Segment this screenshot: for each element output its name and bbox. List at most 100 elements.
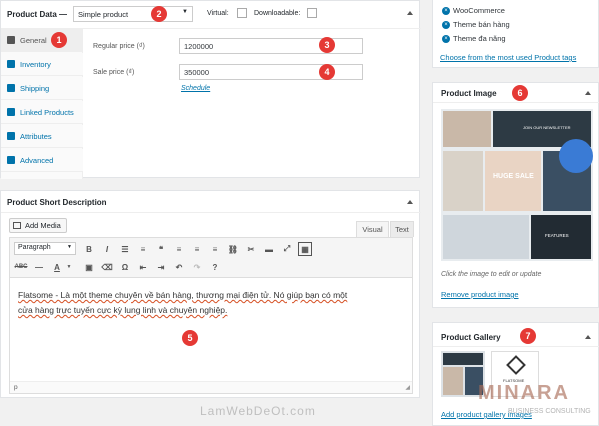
editor-path: p — [14, 384, 18, 391]
align-right-icon[interactable]: ≡ — [208, 242, 222, 256]
downloadable-checkbox[interactable] — [307, 8, 317, 18]
product-data-tabs: General Inventory Shipping Linked Produc… — [1, 29, 83, 179]
tab-visual[interactable]: Visual — [356, 221, 389, 237]
marker-7: 7 — [520, 328, 536, 344]
product-gallery-title: Product Gallery — [441, 333, 501, 342]
add-media-button[interactable]: Add Media — [9, 218, 67, 233]
collapse-toggle-icon[interactable] — [585, 91, 591, 95]
toolbar-toggle-icon[interactable]: ▦ — [298, 242, 312, 256]
align-left-icon[interactable]: ≡ — [172, 242, 186, 256]
remove-tag-icon[interactable]: × — [442, 34, 450, 43]
link-icon — [7, 108, 15, 116]
editor-statusbar: p ◢ — [10, 381, 412, 393]
remove-tag-icon[interactable]: × — [442, 20, 450, 29]
outdent-icon[interactable]: ⇤ — [136, 260, 150, 274]
tab-label: Attributes — [20, 131, 52, 141]
tab-label: Advanced — [20, 155, 54, 165]
clear-formatting-icon[interactable]: ⌫ — [100, 260, 114, 274]
most-used-tags-link[interactable]: Choose from the most used Product tags — [440, 53, 576, 62]
chevron-down-icon[interactable]: ▼ — [62, 260, 76, 274]
tag-item: × Theme đa năng — [442, 34, 506, 43]
panel-divider — [1, 212, 421, 213]
redo-icon[interactable]: ↷ — [190, 260, 204, 274]
marker-3: 3 — [319, 37, 335, 53]
regular-price-input[interactable]: 1200000 — [179, 38, 363, 54]
marker-4: 4 — [319, 64, 335, 80]
editor: Paragraph ▼ B I ☰ ≡ ❝ ≡ ≡ ≡ ⛓ ✂ ▬ ⤢ ▦ AB… — [9, 237, 413, 394]
tab-linked-products[interactable]: Linked Products — [1, 101, 83, 124]
link-icon[interactable]: ⛓ — [226, 242, 240, 256]
thumb-block: HUGE SALE — [485, 151, 541, 211]
watermark-site: LamWebDeOt.com — [200, 404, 316, 418]
align-center-icon[interactable]: ≡ — [190, 242, 204, 256]
indent-icon[interactable]: ⇥ — [154, 260, 168, 274]
downloadable-label: Downloadable: — [254, 10, 301, 17]
tag-item: × Theme bán hàng — [442, 20, 510, 29]
read-more-icon[interactable]: ▬ — [262, 242, 276, 256]
unlink-icon[interactable]: ✂ — [244, 242, 258, 256]
remove-tag-icon[interactable]: × — [442, 6, 450, 15]
help-icon[interactable]: ? — [208, 260, 222, 274]
tab-advanced[interactable]: Advanced — [1, 149, 83, 172]
fullscreen-icon[interactable]: ⤢ — [280, 242, 294, 256]
numbered-list-icon[interactable]: ≡ — [136, 242, 150, 256]
add-media-label: Add Media — [25, 221, 61, 230]
thumb-block — [443, 215, 529, 259]
tag-label: WooCommerce — [453, 6, 505, 15]
thumb-caption: HUGE SALE — [493, 173, 534, 180]
virtual-checkbox[interactable] — [237, 8, 247, 18]
schedule-link[interactable]: Schedule — [181, 85, 210, 92]
thumb-block — [443, 111, 491, 147]
short-description-title: Product Short Description — [7, 198, 107, 207]
tab-label: Inventory — [20, 59, 51, 69]
product-type-select[interactable]: Simple product ▼ — [73, 6, 193, 22]
collapse-toggle-icon[interactable] — [407, 200, 413, 204]
short-description-panel: Product Short Description Add Media Visu… — [0, 190, 421, 398]
product-image-panel: Product Image JOIN OUR NEWSLETTER HUGE S… — [432, 82, 599, 308]
tab-label: Linked Products — [20, 107, 74, 117]
product-image-thumbnail[interactable]: JOIN OUR NEWSLETTER HUGE SALE FEATURES — [441, 109, 593, 261]
format-select-value: Paragraph — [18, 244, 51, 251]
italic-icon[interactable]: I — [100, 242, 114, 256]
thumb-block — [443, 353, 483, 365]
special-character-icon[interactable]: Ω — [118, 260, 132, 274]
thumb-block — [443, 367, 463, 395]
gear-icon — [7, 156, 15, 164]
resize-handle-icon[interactable]: ◢ — [405, 384, 410, 391]
tag-label: Theme bán hàng — [453, 20, 510, 29]
editor-content[interactable]: Flatsome - Là một theme chuyên về bán hà… — [18, 288, 358, 318]
product-tags-panel: × WooCommerce × Theme bán hàng × Theme đa n… — [432, 0, 599, 68]
bold-icon[interactable]: B — [82, 242, 96, 256]
remove-product-image-link[interactable]: Remove product image — [441, 290, 519, 299]
undo-icon[interactable]: ↶ — [172, 260, 186, 274]
regular-price-label: Regular price (₫) — [93, 43, 145, 50]
horizontal-line-icon[interactable]: — — [32, 260, 46, 274]
collapse-toggle-icon[interactable] — [407, 11, 413, 15]
product-image-title: Product Image — [441, 89, 497, 98]
quote-icon[interactable]: ❝ — [154, 242, 168, 256]
paste-text-icon[interactable]: ▣ — [82, 260, 96, 274]
virtual-label: Virtual: — [207, 10, 229, 17]
chevron-down-icon: ▼ — [67, 244, 72, 250]
strikethrough-icon[interactable]: ABC — [14, 260, 28, 274]
thumb-caption: JOIN OUR NEWSLETTER — [523, 125, 571, 130]
tab-shipping[interactable]: Shipping — [1, 77, 83, 100]
thumb-caption: FEATURES — [545, 233, 569, 238]
tab-visual-label: Visual — [362, 225, 383, 234]
marker-5: 5 — [182, 330, 198, 346]
product-data-title: Product Data — — [7, 10, 68, 19]
tab-inventory[interactable]: Inventory — [1, 53, 83, 76]
tab-attributes[interactable]: Attributes — [1, 125, 83, 148]
sale-price-input[interactable]: 350000 — [179, 64, 363, 80]
image-hint: Click the image to edit or update — [441, 271, 542, 278]
thumb-block: FEATURES — [531, 215, 591, 259]
marker-2: 2 — [151, 6, 167, 22]
watermark-brand-sub: BUSINESS CONSULTING — [508, 408, 591, 415]
tab-general[interactable]: General — [1, 29, 83, 52]
bullet-list-icon[interactable]: ☰ — [118, 242, 132, 256]
format-select[interactable]: Paragraph ▼ — [14, 242, 76, 255]
inventory-icon — [7, 60, 15, 68]
tag-item: × WooCommerce — [442, 6, 505, 15]
tab-text[interactable]: Text — [390, 221, 414, 237]
collapse-toggle-icon[interactable] — [585, 335, 591, 339]
